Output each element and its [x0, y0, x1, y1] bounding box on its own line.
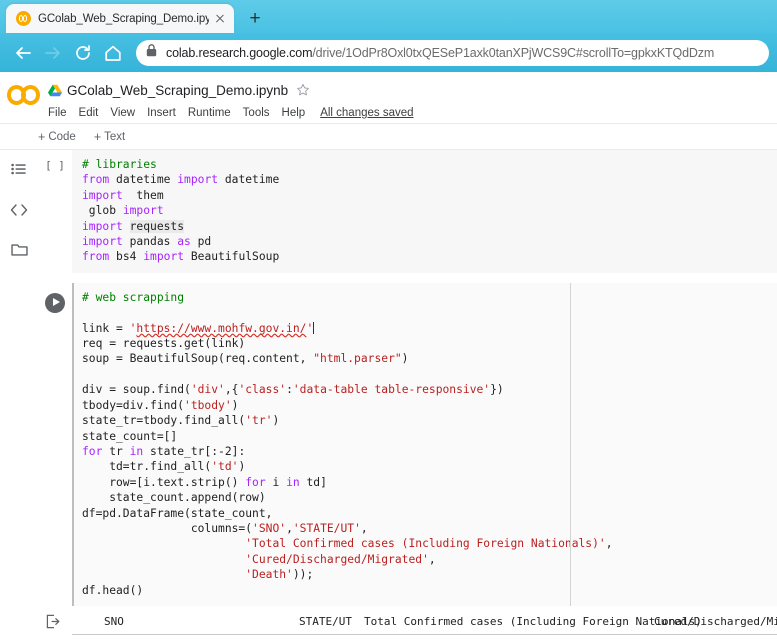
plus-icon: +	[93, 129, 102, 144]
page-title[interactable]: GColab_Web_Scraping_Demo.ipynb	[67, 83, 288, 98]
menu-item-tools[interactable]: Tools	[243, 107, 270, 119]
table-cell: 266	[358, 634, 648, 643]
menu-item-runtime[interactable]: Runtime	[188, 107, 231, 119]
url-path: /drive/1OdPr8Oxl0txQESeP1axk0tanXPjWCS9C…	[312, 45, 715, 60]
files-icon[interactable]	[0, 230, 38, 270]
column-header: STATE/UT	[208, 609, 358, 635]
colab-header: GColab_Web_Scraping_Demo.ipynb File Edit…	[0, 72, 777, 124]
cell-toolbar: + Code + Text	[0, 124, 777, 150]
colab-menubar: File Edit View Insert Runtime Tools Help…	[48, 103, 777, 123]
home-icon[interactable]	[98, 38, 128, 68]
menu-item-help[interactable]: Help	[282, 107, 306, 119]
code-cell[interactable]: # web scrapping link = 'https://www.mohf…	[38, 282, 777, 606]
table-row: 01Andhra Pradesh26613	[72, 634, 777, 643]
table-cell: 1	[98, 634, 208, 643]
browser-chrome: GColab_Web_Scraping_Demo.ipy + colab.res…	[0, 0, 777, 72]
browser-tabstrip: GColab_Web_Scraping_Demo.ipy +	[0, 0, 777, 33]
menu-item-view[interactable]: View	[110, 107, 135, 119]
table-header-row: SNO STATE/UT Total Confirmed cases (Includ…	[72, 609, 777, 635]
column-ruler	[570, 282, 571, 606]
menu-item-file[interactable]: File	[48, 107, 67, 119]
add-code-cell-label: Code	[48, 130, 76, 143]
code-text[interactable]: # libraries from datetime import datetim…	[78, 157, 777, 265]
dataframe-table: SNO STATE/UT Total Confirmed cases (Includ…	[72, 609, 777, 643]
url-host: colab.research.google.com	[166, 45, 313, 60]
text-caret	[313, 321, 315, 334]
star-outline-icon[interactable]	[296, 83, 310, 97]
colab-title-block: GColab_Web_Scraping_Demo.ipynb File Edit…	[48, 78, 777, 123]
code-cell[interactable]: [ ] # libraries from datetime import date…	[38, 150, 777, 273]
colab-app: GColab_Web_Scraping_Demo.ipynb File Edit…	[0, 72, 777, 643]
add-text-cell-button[interactable]: + Text	[94, 130, 125, 144]
table-cell: 0	[72, 634, 98, 643]
back-arrow-icon[interactable]	[8, 38, 38, 68]
notebook-title-row: GColab_Web_Scraping_Demo.ipynb	[48, 80, 777, 100]
browser-tab[interactable]: GColab_Web_Scraping_Demo.ipy	[6, 4, 234, 33]
address-bar[interactable]: colab.research.google.com/drive/1OdPr8Ox…	[136, 39, 769, 66]
browser-tab-title: GColab_Web_Scraping_Demo.ipy	[38, 12, 209, 25]
menu-item-insert[interactable]: Insert	[147, 107, 176, 119]
plus-icon: +	[38, 129, 46, 144]
output-export-icon[interactable]	[46, 614, 66, 634]
table-cell: 1	[648, 634, 777, 643]
cell-execution-count[interactable]: [ ]	[38, 159, 72, 172]
address-bar-url: colab.research.google.com/drive/1OdPr8Ox…	[166, 46, 714, 60]
add-text-cell-label: Text	[104, 130, 126, 143]
save-status[interactable]: All changes saved	[320, 107, 413, 119]
notebook-body: [ ] # libraries from datetime import date…	[38, 150, 777, 643]
column-header: SNO	[98, 609, 208, 635]
run-cell-button[interactable]	[45, 292, 65, 313]
cell-gutter: [ ]	[38, 150, 72, 172]
reload-icon[interactable]	[68, 38, 98, 68]
add-code-cell-button[interactable]: + Code	[38, 130, 76, 144]
table-of-contents-icon[interactable]	[0, 150, 38, 190]
cell-separator	[38, 272, 777, 283]
dataframe-output: SNO STATE/UT Total Confirmed cases (Includ…	[72, 609, 777, 643]
menu-item-edit[interactable]: Edit	[79, 107, 99, 119]
google-drive-icon	[48, 84, 62, 97]
code-editor[interactable]: # libraries from datetime import datetim…	[72, 150, 777, 273]
column-header: Total Confirmed cases (Including Foreign…	[358, 609, 702, 635]
colab-favicon	[16, 11, 31, 26]
cell-gutter	[38, 283, 72, 313]
close-icon[interactable]	[212, 11, 228, 27]
lock-icon	[146, 43, 157, 62]
table-cell: Andhra Pradesh	[208, 634, 358, 643]
header-divider	[0, 123, 777, 124]
colab-logo[interactable]	[0, 78, 48, 105]
new-tab-button[interactable]: +	[240, 6, 270, 31]
browser-toolbar: colab.research.google.com/drive/1OdPr8Ox…	[0, 33, 777, 72]
column-header	[72, 609, 98, 635]
cell-output: SNO STATE/UT Total Confirmed cases (Includ…	[38, 605, 777, 643]
forward-arrow-icon[interactable]	[38, 38, 68, 68]
code-snippets-icon[interactable]	[0, 190, 38, 230]
column-header: Cured/Discharged/Migrated	[648, 609, 777, 635]
colab-left-rail	[0, 150, 38, 643]
code-text[interactable]: # web scrapping link = 'https://www.mohf…	[78, 290, 777, 598]
code-editor[interactable]: # web scrapping link = 'https://www.mohf…	[72, 282, 777, 606]
